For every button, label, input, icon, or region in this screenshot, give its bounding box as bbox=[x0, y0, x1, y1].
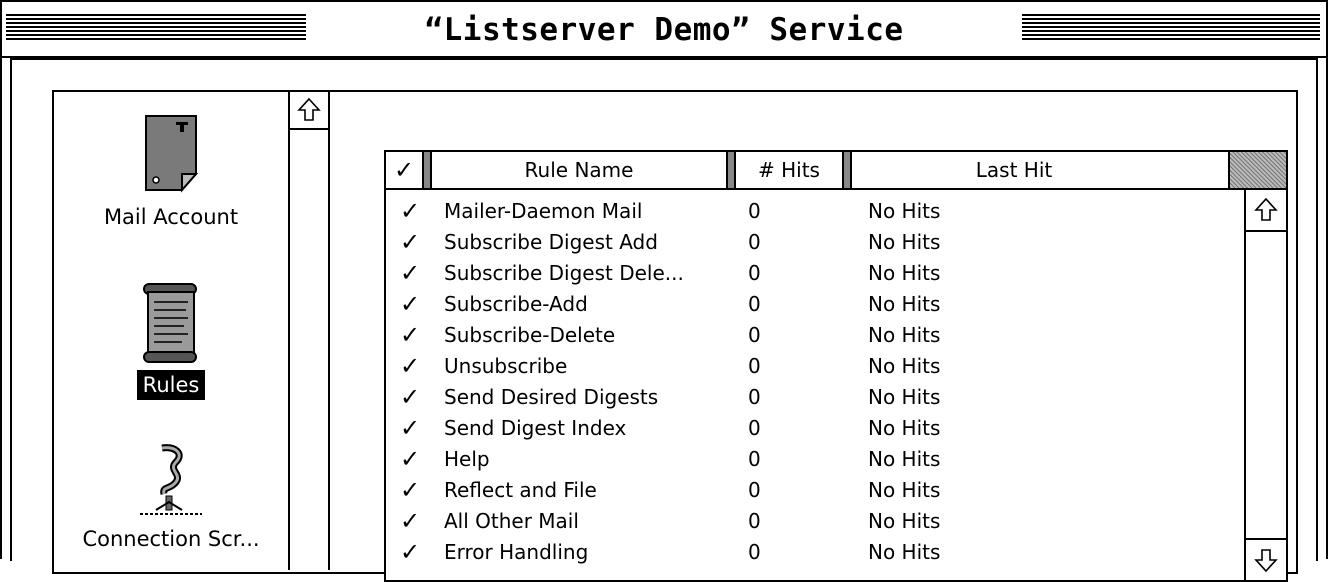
rule-name: Reflect and File bbox=[444, 478, 597, 502]
rule-enabled-checkmark[interactable]: ✓ bbox=[400, 444, 420, 475]
title-bar-stripes-right bbox=[1022, 14, 1320, 42]
table-body: ✓ Mailer-Daemon Mail 0 No Hits ✓ Subscri… bbox=[386, 196, 1206, 578]
rule-hits: 0 bbox=[748, 354, 761, 378]
mail-account-icon bbox=[145, 115, 199, 193]
sidebar-item-label: Rules bbox=[136, 370, 206, 400]
sidebar-scroll-up-button[interactable] bbox=[290, 92, 328, 130]
table-row[interactable]: ✓ Help 0 No Hits bbox=[386, 444, 1206, 475]
rule-hits: 0 bbox=[748, 385, 761, 409]
table-row[interactable]: ✓ Reflect and File 0 No Hits bbox=[386, 475, 1206, 506]
rule-name: Help bbox=[444, 447, 490, 471]
rule-hits: 0 bbox=[748, 292, 761, 316]
title-bar[interactable]: “Listserver Demo” Service Preferences bbox=[2, 2, 1326, 88]
window-title: “Listserver Demo” Service Preferences bbox=[314, 10, 1014, 88]
title-bar-stripes-left bbox=[6, 14, 306, 42]
rule-enabled-checkmark[interactable]: ✓ bbox=[400, 258, 420, 289]
rule-name: Send Desired Digests bbox=[444, 385, 659, 409]
rule-name: Subscribe Digest Dele... bbox=[444, 261, 684, 285]
rule-last-hit: No Hits bbox=[868, 230, 941, 254]
arrow-down-icon bbox=[1254, 549, 1278, 573]
rule-enabled-checkmark[interactable]: ✓ bbox=[400, 351, 420, 382]
column-header-enabled[interactable]: ✓ bbox=[386, 152, 422, 188]
rule-name: Mailer-Daemon Mail bbox=[444, 199, 643, 223]
rule-enabled-checkmark[interactable]: ✓ bbox=[400, 320, 420, 351]
connection-script-icon bbox=[140, 444, 202, 515]
table-row[interactable]: ✓ Send Desired Digests 0 No Hits bbox=[386, 382, 1206, 413]
rule-enabled-checkmark[interactable]: ✓ bbox=[400, 227, 420, 258]
rule-enabled-checkmark[interactable]: ✓ bbox=[400, 382, 420, 413]
category-sidebar: Mail Account Rules Connection Scr... bbox=[54, 92, 288, 570]
column-header-hits[interactable]: # Hits bbox=[736, 152, 842, 188]
rule-last-hit: No Hits bbox=[868, 199, 941, 223]
column-divider[interactable] bbox=[422, 152, 432, 188]
rule-last-hit: No Hits bbox=[868, 385, 941, 409]
rules-table: ✓ Rule Name # Hits Last Hit ✓ Mailer-Dae… bbox=[384, 150, 1288, 582]
sidebar-item-label: Connection Scr... bbox=[82, 527, 260, 551]
rule-last-hit: No Hits bbox=[868, 447, 941, 471]
rule-enabled-checkmark[interactable]: ✓ bbox=[400, 196, 420, 227]
rule-last-hit: No Hits bbox=[868, 261, 941, 285]
rule-name: Subscribe-Add bbox=[444, 292, 588, 316]
rule-name: Unsubscribe bbox=[444, 354, 568, 378]
table-row[interactable]: ✓ Error Handling 0 No Hits bbox=[386, 537, 1206, 568]
sidebar-item-mail-account[interactable]: Mail Account bbox=[54, 112, 288, 232]
table-row[interactable]: ✓ Subscribe Digest Dele... 0 No Hits bbox=[386, 258, 1206, 289]
sidebar-item-rules[interactable]: Rules bbox=[54, 278, 288, 400]
window-content: Mail Account Rules Connection Scr... ✓ R… bbox=[10, 58, 1318, 582]
rule-enabled-checkmark[interactable]: ✓ bbox=[400, 289, 420, 320]
rule-hits: 0 bbox=[748, 478, 761, 502]
rule-hits: 0 bbox=[748, 230, 761, 254]
table-header: ✓ Rule Name # Hits Last Hit bbox=[386, 152, 1286, 190]
rule-name: Send Digest Index bbox=[444, 416, 627, 440]
column-header-rule-name[interactable]: Rule Name bbox=[432, 152, 726, 188]
sidebar-item-label: Mail Account bbox=[103, 205, 239, 229]
rule-last-hit: No Hits bbox=[868, 478, 941, 502]
rule-last-hit: No Hits bbox=[868, 509, 941, 533]
table-scrollbar[interactable] bbox=[1244, 190, 1286, 580]
table-header-corner bbox=[1228, 152, 1286, 188]
preferences-window: “Listserver Demo” Service Preferences Ma… bbox=[0, 0, 1328, 582]
table-row[interactable]: ✓ Subscribe-Add 0 No Hits bbox=[386, 289, 1206, 320]
table-row[interactable]: ✓ Unsubscribe 0 No Hits bbox=[386, 351, 1206, 382]
rule-enabled-checkmark[interactable]: ✓ bbox=[400, 537, 420, 568]
settings-panel: Mail Account Rules Connection Scr... ✓ R… bbox=[52, 90, 1298, 582]
table-row[interactable]: ✓ Subscribe Digest Add 0 No Hits bbox=[386, 227, 1206, 258]
rule-last-hit: No Hits bbox=[868, 323, 941, 347]
rule-last-hit: No Hits bbox=[868, 416, 941, 440]
rule-name: Subscribe-Delete bbox=[444, 323, 616, 347]
rule-last-hit: No Hits bbox=[868, 540, 941, 564]
rule-last-hit: No Hits bbox=[868, 292, 941, 316]
rule-enabled-checkmark[interactable]: ✓ bbox=[400, 413, 420, 444]
table-row[interactable]: ✓ Subscribe-Delete 0 No Hits bbox=[386, 320, 1206, 351]
rule-name: All Other Mail bbox=[444, 509, 579, 533]
rule-hits: 0 bbox=[748, 447, 761, 471]
arrow-up-icon bbox=[297, 97, 321, 121]
rule-enabled-checkmark[interactable]: ✓ bbox=[400, 506, 420, 537]
table-row[interactable]: ✓ All Other Mail 0 No Hits bbox=[386, 506, 1206, 537]
column-divider[interactable] bbox=[726, 152, 736, 188]
table-scroll-up-button[interactable] bbox=[1246, 190, 1286, 232]
rule-hits: 0 bbox=[748, 509, 761, 533]
rule-last-hit: No Hits bbox=[868, 354, 941, 378]
column-header-last-hit[interactable]: Last Hit bbox=[852, 152, 1176, 188]
rule-hits: 0 bbox=[748, 323, 761, 347]
rule-name: Error Handling bbox=[444, 540, 589, 564]
rule-hits: 0 bbox=[748, 261, 761, 285]
sidebar-scrollbar[interactable] bbox=[288, 92, 330, 570]
table-row[interactable]: ✓ Mailer-Daemon Mail 0 No Hits bbox=[386, 196, 1206, 227]
rule-hits: 0 bbox=[748, 199, 761, 223]
table-scroll-down-button[interactable] bbox=[1246, 538, 1286, 580]
rule-hits: 0 bbox=[748, 540, 761, 564]
column-divider[interactable] bbox=[842, 152, 852, 188]
sidebar-item-connection-script[interactable]: Connection Scr... bbox=[54, 442, 288, 554]
rule-enabled-checkmark[interactable]: ✓ bbox=[400, 475, 420, 506]
table-row[interactable]: ✓ Send Digest Index 0 No Hits bbox=[386, 413, 1206, 444]
arrow-up-icon bbox=[1254, 197, 1278, 221]
rules-scroll-icon bbox=[143, 283, 197, 363]
rule-name: Subscribe Digest Add bbox=[444, 230, 658, 254]
rule-hits: 0 bbox=[748, 416, 761, 440]
